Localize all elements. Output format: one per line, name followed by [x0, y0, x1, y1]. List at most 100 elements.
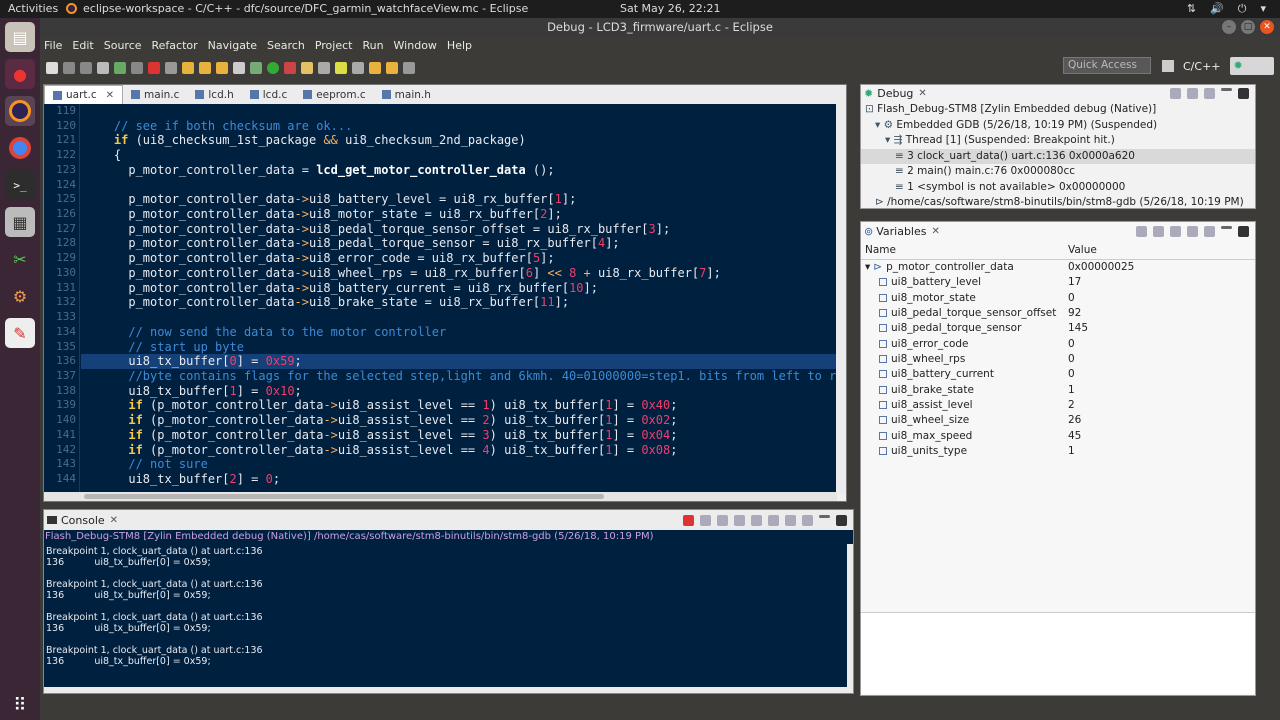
code-line[interactable] — [81, 178, 837, 193]
files-icon[interactable]: ▤ — [5, 22, 35, 52]
name-column-header[interactable]: Name — [861, 244, 1064, 259]
scroll-lock-icon[interactable] — [734, 514, 745, 526]
terminal-icon[interactable]: >_ — [5, 170, 35, 200]
variable-row[interactable]: ui8_wheel_rps 0 — [861, 352, 1255, 367]
minimize-icon[interactable] — [819, 514, 830, 518]
code-line[interactable]: p_motor_controller_data->ui8_battery_lev… — [81, 192, 837, 207]
menu-file[interactable]: File — [44, 37, 62, 54]
value-column-header[interactable]: Value — [1064, 244, 1097, 259]
code-line[interactable]: p_motor_controller_data->ui8_motor_state… — [81, 207, 837, 222]
code-line[interactable]: p_motor_controller_data->ui8_wheel_rps =… — [81, 266, 837, 281]
variable-row[interactable]: ui8_pedal_torque_sensor_offset 92 — [861, 306, 1255, 321]
code-line[interactable]: if (p_motor_controller_data->ui8_assist_… — [81, 413, 837, 428]
build-icon[interactable] — [97, 61, 109, 74]
menu-run[interactable]: Run — [362, 37, 383, 54]
code-line[interactable]: p_motor_controller_data->ui8_pedal_torqu… — [81, 236, 837, 251]
code-line[interactable] — [81, 104, 837, 119]
console-output[interactable]: Breakpoint 1, clock_uart_data () at uart… — [44, 544, 847, 687]
variable-row[interactable]: ui8_max_speed 45 — [861, 429, 1255, 444]
debug-tree-item[interactable]: ⊳ /home/cas/software/stm8-binutils/bin/s… — [861, 195, 1255, 211]
suspend-icon[interactable] — [131, 61, 143, 74]
variable-root-row[interactable]: ▾ ⊳ p_motor_controller_data 0x00000025 — [861, 260, 1255, 275]
code-line[interactable]: { — [81, 148, 837, 163]
display-selected-console-icon[interactable] — [785, 514, 796, 526]
calculator-icon[interactable]: ▦ — [5, 207, 35, 237]
variables-tab[interactable]: ⊚ Variables ✕ — [861, 223, 1255, 240]
chrome-icon[interactable] — [5, 133, 35, 163]
search-icon[interactable] — [318, 61, 330, 74]
activities-button[interactable]: Activities — [8, 2, 58, 15]
step-into-icon[interactable] — [182, 61, 194, 74]
system-clock[interactable]: Sat May 26, 22:21 — [620, 2, 720, 15]
scroll-thumb[interactable] — [84, 494, 604, 499]
show-applications-icon[interactable]: ⠿ — [5, 690, 35, 720]
debug-tree-item[interactable]: ▾ ⇶ Thread [1] (Suspended: Breakpoint hi… — [861, 133, 1255, 149]
show-logical-structure-icon[interactable] — [1153, 226, 1164, 237]
code-line[interactable]: if (ui8_checksum_1st_package && ui8_chec… — [81, 133, 837, 148]
editor-tab[interactable]: main.c — [123, 85, 187, 104]
menu-help[interactable]: Help — [447, 37, 472, 54]
code-area[interactable]: 119 120 121 122 123 124 125 126 127 128 129 130 131 1… — [44, 104, 837, 494]
open-folder-icon[interactable] — [301, 61, 313, 74]
code-line[interactable]: // see if both checksum are ok... — [81, 119, 837, 134]
code-line[interactable]: if (p_motor_controller_data->ui8_assist_… — [81, 443, 837, 458]
variable-detail-pane[interactable] — [861, 612, 1255, 694]
prev-edit-icon[interactable] — [369, 61, 381, 74]
run-icon[interactable] — [267, 61, 279, 74]
menu-source[interactable]: Source — [104, 37, 142, 54]
minimize-icon[interactable] — [1221, 88, 1232, 91]
back-icon[interactable] — [386, 61, 398, 74]
remove-launch-icon[interactable] — [700, 514, 711, 526]
code-line[interactable]: ui8_tx_buffer[2] = 0; — [81, 472, 837, 487]
disconnect-icon[interactable] — [165, 61, 177, 74]
variable-row[interactable]: ui8_wheel_size 26 — [861, 413, 1255, 428]
window-title-bar[interactable]: Debug - LCD3_firmware/uart.c - Eclipse –… — [40, 18, 1280, 37]
save-all-icon[interactable] — [80, 61, 92, 74]
code-line[interactable]: p_motor_controller_data->ui8_brake_state… — [81, 295, 837, 310]
step-return-icon[interactable] — [216, 61, 228, 74]
link-icon[interactable] — [1187, 88, 1198, 99]
close-button[interactable]: ✕ — [1260, 20, 1274, 34]
active-app-indicator[interactable]: eclipse-workspace - C/C++ - dfc/source/D… — [66, 2, 528, 15]
editor-tab[interactable]: eeprom.c — [295, 85, 373, 104]
debug-tree-item[interactable]: ≡ 1 <symbol is not available> 0x00000000 — [861, 180, 1255, 196]
terminate-icon[interactable] — [148, 61, 160, 74]
collapse-all-icon[interactable] — [1170, 226, 1181, 237]
menu-refactor[interactable]: Refactor — [152, 37, 198, 54]
debug-tab[interactable]: ✹ Debug ✕ — [861, 85, 1255, 102]
code-line[interactable]: if (p_motor_controller_data->ui8_assist_… — [81, 428, 837, 443]
open-console-icon[interactable] — [802, 514, 813, 526]
forward-icon[interactable] — [403, 61, 415, 74]
annotation-icon[interactable] — [352, 61, 364, 74]
step-over-icon[interactable] — [199, 61, 211, 74]
console-tab[interactable]: Console ✕ — [44, 510, 853, 530]
eclipse-launcher-icon[interactable] — [5, 96, 35, 126]
menu-search[interactable]: Search — [267, 37, 305, 54]
variable-row[interactable]: ui8_battery_level 17 — [861, 275, 1255, 290]
system-tray[interactable]: ⇅ 🔊 ⏻ ▾ — [1187, 2, 1266, 16]
menu-navigate[interactable]: Navigate — [208, 37, 257, 54]
close-icon[interactable]: ✕ — [932, 226, 940, 237]
quick-access-input[interactable]: Quick Access — [1063, 57, 1151, 74]
close-icon[interactable]: ✕ — [918, 88, 926, 99]
pin-console-icon[interactable] — [768, 514, 779, 526]
external-tools-icon[interactable] — [284, 61, 296, 74]
new-icon[interactable] — [46, 61, 58, 74]
debug-icon[interactable] — [250, 61, 262, 74]
debug-tree-item[interactable]: ▾ ⚙ Embedded GDB (5/26/18, 10:19 PM) (Su… — [861, 118, 1255, 134]
maximize-icon[interactable] — [1238, 88, 1249, 99]
variable-row[interactable]: ui8_assist_level 2 — [861, 398, 1255, 413]
debug-tree-item[interactable]: ≡ 2 main() main.c:76 0x000080cc — [861, 164, 1255, 180]
editor-tab[interactable]: lcd.c — [242, 85, 295, 104]
cpp-perspective-button[interactable]: C/C++ — [1180, 59, 1224, 74]
view-menu-icon[interactable] — [1204, 226, 1215, 237]
open-perspective-icon[interactable] — [1162, 60, 1174, 72]
view-menu-icon[interactable] — [1204, 88, 1215, 99]
resume-icon[interactable] — [114, 61, 126, 74]
minimize-button[interactable]: – — [1222, 20, 1236, 34]
show-type-names-icon[interactable] — [1136, 226, 1147, 237]
code-line[interactable]: p_motor_controller_data = lcd_get_motor_… — [81, 163, 837, 178]
minimize-icon[interactable] — [1221, 226, 1232, 229]
editor-horizontal-scrollbar[interactable] — [44, 492, 837, 501]
text-editor-icon[interactable]: ✎ — [5, 318, 35, 348]
